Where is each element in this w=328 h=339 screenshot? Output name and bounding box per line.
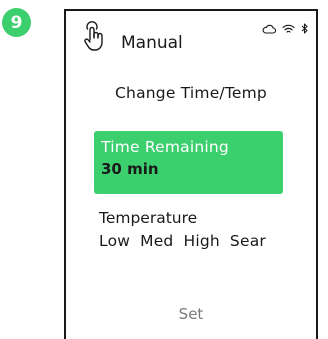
temp-option-med[interactable]: Med (140, 232, 173, 250)
status-icons (262, 23, 308, 34)
screen-title: Change Time/Temp (115, 84, 267, 102)
set-button[interactable]: Set (66, 305, 316, 323)
temperature-label: Temperature (99, 209, 198, 227)
mode-label: Manual (121, 33, 183, 53)
device-screen: Manual Change Time/Temp Time Remaining 3… (64, 9, 318, 339)
temp-option-low[interactable]: Low (99, 232, 130, 250)
touch-hand-icon (84, 21, 103, 51)
temperature-section: Temperature Low Med High Sear (99, 209, 266, 250)
temp-option-sear[interactable]: Sear (230, 232, 266, 250)
temp-option-high[interactable]: High (183, 232, 219, 250)
cloud-icon (262, 24, 276, 34)
temperature-options: Low Med High Sear (99, 232, 266, 250)
bluetooth-icon (301, 23, 308, 34)
time-remaining-value: 30 min (101, 160, 159, 178)
wifi-icon (282, 24, 295, 33)
time-remaining-card[interactable]: Time Remaining 30 min (94, 131, 283, 194)
step-number-badge: 9 (2, 8, 31, 37)
time-remaining-label: Time Remaining (101, 138, 229, 156)
